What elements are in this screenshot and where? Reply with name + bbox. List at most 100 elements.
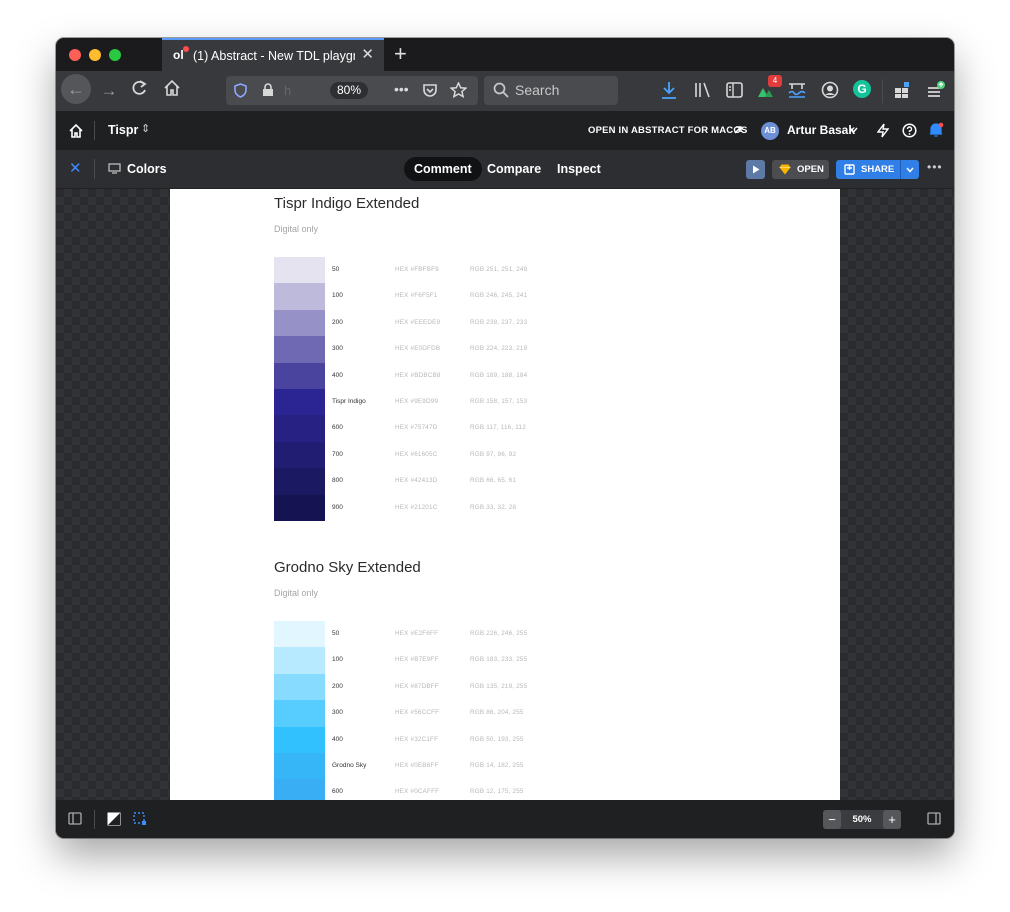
zoom-out-button[interactable]: −	[823, 810, 841, 829]
swatch-hex: HEX #F6F5F1	[395, 292, 438, 300]
swatch-name: 200	[332, 682, 343, 690]
section-title: Tispr Indigo Extended	[274, 195, 420, 212]
swatch-hex: HEX #9E9D99	[395, 398, 439, 405]
layers-panel-icon[interactable]	[68, 812, 82, 825]
grammarly-icon[interactable]: G	[853, 80, 871, 98]
swatch-hex: HEX #0EB6FF	[395, 762, 439, 769]
zoom-in-button[interactable]: +	[883, 810, 901, 829]
sidebar-icon[interactable]	[726, 82, 743, 98]
url-bar[interactable]: h 80% •••	[226, 76, 478, 105]
color-swatch	[274, 779, 325, 800]
page-actions-icon[interactable]: •••	[394, 81, 409, 97]
open-in-sketch-button[interactable]: OPEN	[772, 160, 829, 179]
tab-compare[interactable]: Compare	[477, 157, 551, 181]
more-options-icon[interactable]: •••	[927, 160, 943, 174]
bottom-separator	[94, 810, 95, 829]
home-button[interactable]	[163, 79, 185, 97]
color-swatch	[274, 441, 325, 469]
color-swatch	[274, 647, 325, 675]
select-area-icon[interactable]	[133, 812, 147, 826]
color-swatch	[274, 494, 325, 522]
artboard-canvas[interactable]: Tispr Indigo Extended Digital only 50 HEX…	[56, 189, 954, 800]
background-toggle-icon[interactable]	[107, 812, 121, 826]
swatch-hex: HEX #75747D	[395, 424, 438, 432]
toolbar-separator	[94, 159, 95, 179]
header-separator	[94, 121, 95, 140]
project-name[interactable]: Tispr	[108, 123, 138, 137]
tab-inspect[interactable]: Inspect	[547, 157, 611, 181]
artboard-toolbar: ✕ Colors Comment Compare Inspect OPEN SH…	[56, 150, 954, 189]
swatch-name: 800	[332, 477, 343, 485]
new-tab-button[interactable]: +	[394, 42, 407, 66]
swatch-name: 400	[332, 371, 343, 379]
swatch-hex: HEX #B7E9FF	[395, 656, 439, 664]
swatch-rgb: RGB 66, 65, 61	[470, 477, 517, 485]
project-switch-icon[interactable]: ⇕	[141, 122, 150, 135]
swatch-hex: HEX #61605C	[395, 450, 438, 458]
color-swatch	[274, 389, 325, 416]
reload-icon	[132, 80, 147, 95]
zoom-value[interactable]: 50%	[841, 810, 883, 829]
swatch-name: 700	[332, 450, 343, 458]
pocket-icon[interactable]	[422, 83, 438, 98]
swatch-name: 200	[332, 318, 343, 326]
avatar[interactable]: AB	[761, 122, 779, 140]
close-window-button[interactable]	[69, 49, 81, 61]
notifications-bell-icon[interactable]	[928, 122, 944, 138]
inspector-panel-icon[interactable]	[927, 812, 941, 825]
app-menu-icon[interactable]	[926, 81, 946, 99]
open-in-abstract-link[interactable]: OPEN IN ABSTRACT FOR MACOS	[588, 125, 748, 136]
user-name[interactable]: Artur Basak	[787, 123, 855, 137]
color-swatch	[274, 621, 325, 648]
chevron-down-icon[interactable]	[906, 167, 914, 173]
bookmark-star-icon[interactable]	[450, 82, 467, 98]
swatch-name: 400	[332, 735, 343, 743]
swatch-rgb: RGB 97, 96, 92	[470, 450, 517, 458]
color-swatch	[274, 309, 325, 337]
swatch-name: 50	[332, 630, 340, 637]
swatch-hex: HEX #EEEDE9	[395, 318, 441, 326]
swatch-hex: HEX #56CCFF	[395, 709, 440, 717]
browser-window: ol (1) Abstract - New TDL playground ✕ +…	[56, 38, 954, 838]
share-button[interactable]: SHARE	[836, 160, 919, 179]
sketch-diamond-icon	[779, 164, 791, 175]
url-text: h	[284, 83, 292, 98]
play-prototype-button[interactable]	[746, 160, 765, 179]
minimize-window-button[interactable]	[89, 49, 101, 61]
zoom-control: − 50% +	[823, 810, 901, 829]
wave-extension-icon[interactable]	[788, 81, 806, 99]
tab-comment[interactable]: Comment	[404, 157, 482, 181]
search-bar[interactable]: Search	[484, 76, 618, 105]
chevron-down-icon[interactable]	[849, 127, 858, 134]
downloads-icon[interactable]	[661, 81, 677, 99]
close-tab-icon[interactable]: ✕	[361, 47, 374, 63]
share-split-divider	[900, 160, 901, 179]
swatch-rgb: RGB 158, 157, 153	[470, 398, 528, 405]
library-icon[interactable]	[694, 82, 711, 98]
swatch-rgb: RGB 50, 193, 255	[470, 735, 524, 743]
lightning-icon[interactable]	[877, 123, 889, 138]
close-icon[interactable]: ✕	[69, 160, 82, 177]
swatch-hex: HEX #E2F6FF	[395, 630, 439, 637]
swatch-hex: HEX #BDBCB8	[395, 371, 441, 379]
home-icon[interactable]	[69, 124, 83, 138]
swatch-rgb: RGB 246, 245, 241	[470, 292, 528, 300]
color-swatch	[274, 753, 325, 780]
open-button-label: OPEN	[797, 164, 824, 175]
search-icon	[493, 82, 509, 98]
swatch-name: 300	[332, 709, 343, 717]
swatch-hex: HEX #21201C	[395, 503, 438, 511]
swatch-name: 100	[332, 656, 343, 664]
bottom-bar: − 50% +	[56, 800, 954, 838]
help-icon[interactable]	[902, 123, 917, 138]
forward-button[interactable]: →	[98, 81, 120, 101]
zoom-level-badge[interactable]: 80%	[330, 82, 368, 99]
extensions-grid-icon[interactable]	[894, 81, 912, 99]
browser-tab[interactable]: ol (1) Abstract - New TDL playground ✕	[162, 38, 384, 71]
zoom-window-button[interactable]	[109, 49, 121, 61]
reload-button[interactable]	[130, 79, 152, 97]
external-link-arrow-icon	[734, 126, 742, 134]
account-icon[interactable]	[821, 81, 839, 99]
back-button[interactable]: ←	[61, 74, 91, 104]
color-swatch	[274, 415, 325, 443]
